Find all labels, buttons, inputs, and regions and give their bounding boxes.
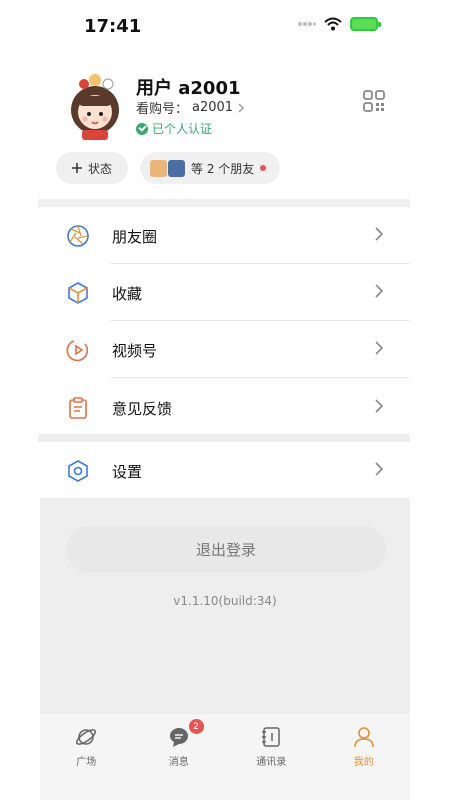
unread-badge: 2 bbox=[188, 719, 204, 734]
menu-item-favorites[interactable]: 收藏 bbox=[40, 265, 410, 321]
clipboard-icon bbox=[66, 396, 90, 420]
tab-contacts[interactable]: 通讯录 bbox=[225, 714, 318, 800]
menu-item-feedback[interactable]: 意见反馈 bbox=[40, 380, 410, 436]
friend-avatar bbox=[150, 159, 168, 177]
contacts-book-icon bbox=[262, 727, 280, 747]
username: 用户 a2001 bbox=[136, 78, 241, 99]
chevron-right-icon bbox=[375, 227, 384, 241]
chevron-right-icon bbox=[375, 462, 384, 476]
friend-avatar bbox=[168, 159, 186, 177]
menu-label: 朋友圈 bbox=[112, 227, 158, 246]
menu-item-settings[interactable]: 设置 bbox=[40, 443, 410, 499]
friends-status-button[interactable]: 等 2 个朋友 bbox=[140, 152, 281, 184]
profile-header: 用户 a2001 看购号： a2001 已个人认证 bbox=[0, 62, 450, 142]
section-divider bbox=[38, 199, 410, 207]
menu-item-channels[interactable]: 视频号 bbox=[40, 322, 410, 378]
status-bar: 17:41 bbox=[0, 0, 450, 54]
tab-label: 广场 bbox=[76, 757, 97, 768]
status-pill-row: 状态 等 2 个朋友 bbox=[56, 152, 281, 184]
status-time: 17:41 bbox=[84, 16, 142, 37]
aperture-icon bbox=[66, 224, 90, 248]
wifi-icon bbox=[324, 17, 342, 31]
tab-label: 通讯录 bbox=[256, 757, 287, 768]
chevron-right-icon bbox=[238, 103, 245, 112]
chevron-right-icon bbox=[375, 284, 384, 298]
planet-icon bbox=[76, 729, 97, 745]
bottom-tab-bar: 广场 2 消息 通讯录 我的 bbox=[40, 714, 410, 800]
cube-icon bbox=[66, 281, 90, 305]
chevron-right-icon bbox=[375, 341, 384, 355]
account-id-row[interactable]: 看购号： a2001 bbox=[136, 98, 245, 117]
account-id: a2001 bbox=[192, 100, 234, 115]
play-circle-icon bbox=[66, 338, 90, 362]
menu-separator bbox=[110, 263, 410, 264]
menu-item-moments[interactable]: 朋友圈 bbox=[40, 208, 410, 264]
girl-avatar[interactable] bbox=[62, 68, 128, 140]
add-status-button[interactable]: 状态 bbox=[56, 152, 129, 184]
battery-charging-icon bbox=[350, 17, 381, 31]
tab-messages[interactable]: 2 消息 bbox=[133, 714, 226, 800]
menu-label: 意见反馈 bbox=[112, 399, 173, 418]
verified-text: 已个人认证 bbox=[152, 122, 213, 136]
user-icon bbox=[353, 727, 374, 748]
footer-area: 退出登录 v1.1.10(build:34) bbox=[40, 498, 410, 714]
version-text: v1.1.10(build:34) bbox=[173, 594, 277, 608]
chat-icon bbox=[169, 728, 188, 747]
tab-plaza[interactable]: 广场 bbox=[40, 714, 133, 800]
qr-code-icon[interactable] bbox=[363, 90, 385, 112]
signal-dots-icon bbox=[298, 22, 316, 26]
menu-label: 设置 bbox=[112, 462, 143, 481]
plus-icon bbox=[72, 163, 82, 173]
friend-avatars bbox=[150, 159, 186, 177]
check-circle-icon bbox=[136, 122, 148, 135]
status-label: 状态 bbox=[88, 161, 113, 176]
account-label: 看购号： bbox=[136, 102, 189, 117]
menu-label: 视频号 bbox=[112, 341, 158, 360]
section-divider bbox=[38, 434, 410, 442]
menu-separator bbox=[110, 320, 410, 321]
tab-label: 我的 bbox=[353, 757, 374, 768]
hexagon-gear-icon bbox=[66, 459, 90, 483]
logout-button[interactable]: 退出登录 bbox=[66, 526, 386, 572]
menu-label: 收藏 bbox=[112, 284, 143, 303]
verified-status: 已个人认证 bbox=[136, 120, 212, 137]
unread-dot bbox=[260, 165, 267, 171]
friends-label: 等 2 个朋友 bbox=[191, 161, 255, 176]
tab-me[interactable]: 我的 bbox=[318, 714, 411, 800]
menu-separator bbox=[110, 377, 410, 378]
status-icons bbox=[298, 17, 381, 31]
tab-label: 消息 bbox=[168, 757, 189, 768]
chevron-right-icon bbox=[375, 399, 384, 413]
